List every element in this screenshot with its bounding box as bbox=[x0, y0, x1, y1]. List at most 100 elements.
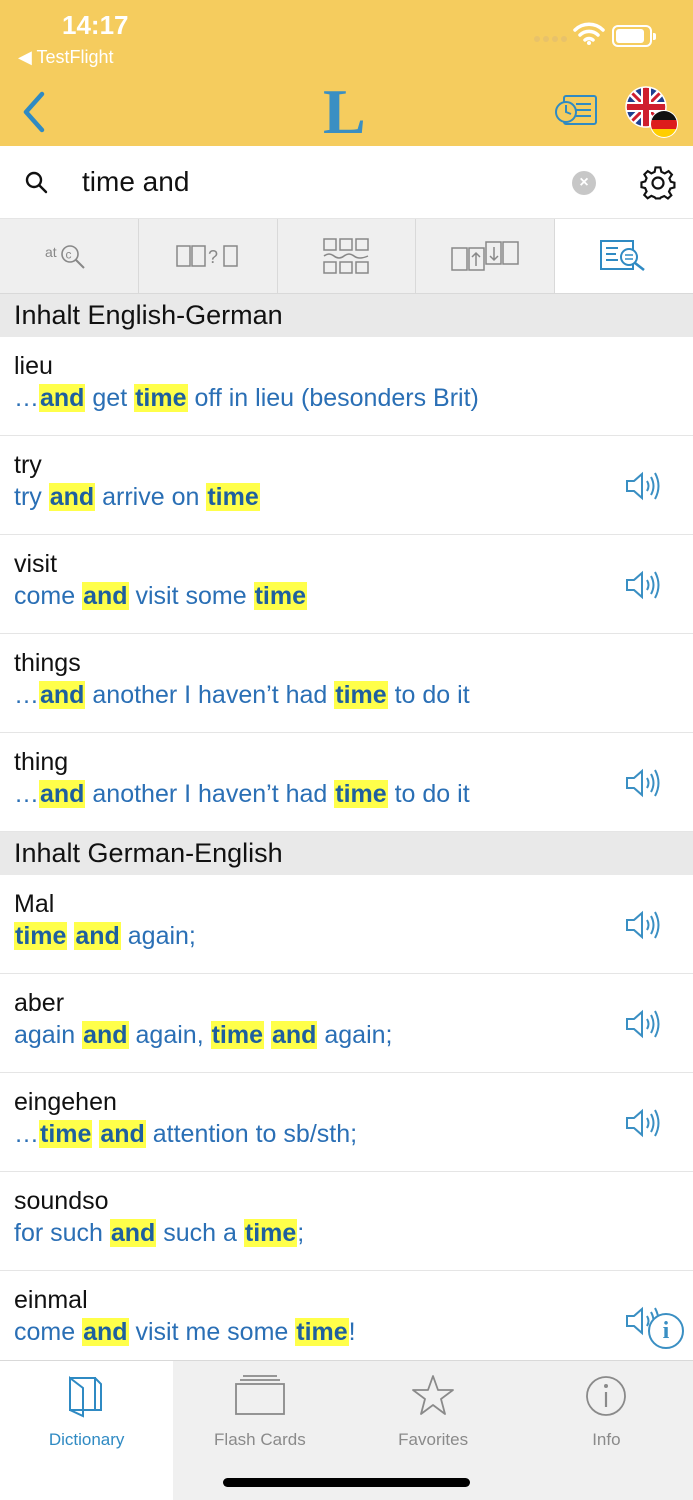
svg-text:at: at bbox=[45, 244, 57, 260]
example-text: get bbox=[85, 384, 135, 412]
example-text: … bbox=[14, 1120, 39, 1148]
headword: soundso bbox=[14, 1187, 109, 1215]
match-highlight: and bbox=[109, 1219, 157, 1247]
gear-icon[interactable] bbox=[640, 165, 676, 201]
example-text: off in lieu (besonders Brit) bbox=[187, 384, 479, 412]
back-chevron-icon[interactable] bbox=[20, 90, 50, 134]
search-bar: × bbox=[0, 146, 693, 219]
example-text: again bbox=[14, 1021, 83, 1049]
crossword-search-icon bbox=[323, 238, 370, 274]
example-text: such a bbox=[156, 1219, 244, 1247]
example-phrase: …time and attention to sb/sth; bbox=[14, 1120, 357, 1149]
tab-spell-search[interactable]: at c bbox=[0, 219, 139, 293]
example-phrase: come and visit me some time! bbox=[14, 1318, 356, 1347]
svg-text:?: ? bbox=[208, 247, 218, 267]
result-row[interactable]: eingehen …time and attention to sb/sth; bbox=[0, 1073, 693, 1172]
example-text: for such bbox=[14, 1219, 110, 1247]
info-icon bbox=[586, 1376, 627, 1416]
match-highlight: time bbox=[39, 1120, 93, 1148]
cellular-signal-icon bbox=[534, 36, 567, 42]
speaker-icon[interactable] bbox=[624, 767, 662, 799]
headword: eingehen bbox=[14, 1088, 117, 1116]
home-indicator bbox=[223, 1478, 470, 1487]
history-icon[interactable] bbox=[554, 93, 598, 129]
spell-search-icon: at c bbox=[45, 244, 85, 269]
cards-icon bbox=[234, 1375, 285, 1415]
example-text: another I haven’t had bbox=[85, 681, 335, 709]
result-row[interactable]: try try and arrive on time bbox=[0, 436, 693, 535]
search-input[interactable] bbox=[82, 164, 552, 200]
example-phrase: …and get time off in lieu (besonders Bri… bbox=[14, 384, 479, 413]
speaker-icon[interactable] bbox=[624, 569, 662, 601]
tab-info[interactable]: Info bbox=[519, 1361, 693, 1500]
example-phrase: come and visit some time bbox=[14, 582, 307, 611]
section-header: Inhalt German-English bbox=[0, 832, 693, 875]
wildcard-search-icon: ? bbox=[175, 245, 238, 267]
clear-search-icon[interactable]: × bbox=[572, 171, 596, 195]
match-highlight: time bbox=[206, 483, 260, 511]
tab-crossword-search[interactable] bbox=[278, 219, 417, 293]
headword: aber bbox=[14, 989, 65, 1017]
example-text: arrive on bbox=[95, 483, 207, 511]
tab-label: Info bbox=[592, 1430, 621, 1449]
search-mode-tabs: at c ? bbox=[0, 219, 693, 294]
results-list: Inhalt English-German lieu …and get time o… bbox=[0, 294, 693, 1360]
example-phrase: again and again, time and again; bbox=[14, 1021, 392, 1050]
result-row[interactable]: lieu …and get time off in lieu (besonders… bbox=[0, 337, 693, 436]
tab-label: Dictionary bbox=[48, 1430, 125, 1449]
tab-label: Favorites bbox=[398, 1430, 469, 1449]
fulltext-search-icon bbox=[600, 240, 645, 272]
speaker-icon[interactable] bbox=[624, 470, 662, 502]
result-row[interactable]: einmal come and visit me some time! bbox=[0, 1271, 693, 1360]
example-text: to do it bbox=[387, 780, 470, 808]
search-icon bbox=[25, 171, 48, 194]
headword: visit bbox=[14, 550, 58, 578]
match-highlight: and bbox=[48, 483, 96, 511]
langenscheidt-logo: L bbox=[323, 76, 366, 147]
match-highlight: time bbox=[210, 1021, 264, 1049]
match-highlight: and bbox=[39, 384, 86, 412]
back-to-testflight[interactable]: ◀ TestFlight bbox=[18, 47, 114, 68]
match-highlight: and bbox=[82, 1318, 129, 1346]
info-floating-icon[interactable]: i bbox=[648, 1313, 684, 1349]
example-text: … bbox=[14, 780, 39, 808]
tab-wildcard-search[interactable]: ? bbox=[139, 219, 278, 293]
example-phrase: for such and such a time; bbox=[14, 1219, 304, 1248]
example-text: … bbox=[14, 384, 39, 412]
result-row[interactable]: thing …and another I haven’t had time to … bbox=[0, 733, 693, 832]
example-phrase: try and arrive on time bbox=[14, 483, 260, 512]
tab-fulltext-search[interactable] bbox=[555, 219, 693, 293]
headword: einmal bbox=[14, 1286, 88, 1314]
match-highlight: time bbox=[334, 681, 388, 709]
result-row[interactable]: visit come and visit some time bbox=[0, 535, 693, 634]
example-phrase: …and another I haven’t had time to do it bbox=[14, 780, 470, 809]
example-text: ! bbox=[348, 1318, 356, 1346]
result-row[interactable]: Mal time and again; bbox=[0, 875, 693, 974]
example-text: again, bbox=[128, 1021, 211, 1049]
speaker-icon[interactable] bbox=[624, 909, 662, 941]
app-header: 14:17 ◀ TestFlight L bbox=[0, 0, 693, 146]
match-highlight: and bbox=[99, 1120, 146, 1148]
result-row[interactable]: soundso for such and such a time; bbox=[0, 1172, 693, 1271]
wifi-icon bbox=[573, 22, 605, 45]
example-text: again; bbox=[317, 1021, 393, 1049]
match-highlight: time bbox=[295, 1318, 349, 1346]
tab-label: Flash Cards bbox=[214, 1430, 306, 1449]
match-highlight: time bbox=[334, 780, 388, 808]
example-phrase: …and another I haven’t had time to do it bbox=[14, 681, 470, 710]
example-text: ; bbox=[297, 1219, 305, 1247]
tab-dictionary[interactable]: Dictionary bbox=[0, 1361, 174, 1500]
result-row[interactable]: things …and another I haven’t had time to… bbox=[0, 634, 693, 733]
match-highlight: and bbox=[39, 681, 86, 709]
headword: Mal bbox=[14, 890, 55, 918]
headword: lieu bbox=[14, 352, 53, 380]
match-highlight: and bbox=[74, 922, 121, 950]
headword: try bbox=[14, 451, 42, 479]
language-flag-icon[interactable] bbox=[624, 85, 678, 139]
speaker-icon[interactable] bbox=[624, 1008, 662, 1040]
battery-icon bbox=[612, 25, 656, 47]
example-text: visit some bbox=[128, 582, 254, 610]
result-row[interactable]: aber again and again, time and again; bbox=[0, 974, 693, 1073]
speaker-icon[interactable] bbox=[624, 1107, 662, 1139]
tab-reverse-search[interactable] bbox=[416, 219, 556, 293]
